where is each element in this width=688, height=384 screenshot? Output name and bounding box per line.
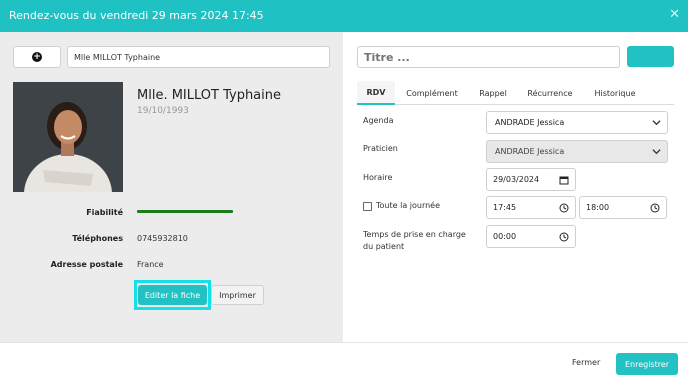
praticien-value: ANDRADE Jessica: [495, 147, 565, 156]
allday-label: Toute la journée: [376, 201, 441, 210]
tab-rdv[interactable]: RDV: [357, 81, 395, 105]
clock-icon: [559, 203, 569, 213]
prise-en-charge-value: 00:00: [493, 232, 517, 241]
prise-en-charge-field[interactable]: 00:00: [486, 225, 576, 248]
plus-icon: +: [32, 52, 42, 62]
telephones-value: 0745932810: [137, 234, 188, 243]
tab-historique[interactable]: Historique: [583, 81, 647, 105]
appointment-panel: RDV Complément Rappel Récurrence Histori…: [343, 32, 688, 342]
agenda-select[interactable]: ANDRADE Jessica: [486, 111, 668, 134]
telephones-label: Téléphones: [72, 234, 123, 243]
modal-title: Rendez-vous du vendredi 29 mars 2024 17:…: [9, 9, 264, 22]
tab-recurrence[interactable]: Récurrence: [519, 81, 581, 105]
patient-search-input[interactable]: [67, 46, 330, 68]
chevron-down-icon: [652, 149, 661, 155]
print-button[interactable]: Imprimer: [211, 285, 264, 305]
calendar-icon: [559, 176, 569, 185]
title-input[interactable]: [357, 46, 620, 68]
allday-checkbox[interactable]: [363, 202, 372, 211]
clock-icon: [650, 203, 660, 213]
agenda-value: ANDRADE Jessica: [495, 118, 565, 127]
start-time-value: 17:45: [493, 203, 517, 212]
praticien-label: Praticien: [363, 144, 398, 153]
tab-bar: RDV Complément Rappel Récurrence Histori…: [357, 81, 674, 105]
title-action-button[interactable]: [627, 46, 674, 67]
end-time-field[interactable]: 18:00: [579, 196, 667, 219]
start-time-field[interactable]: 17:45: [486, 196, 576, 219]
modal-footer: Fermer Enregistrer: [0, 342, 688, 384]
horaire-label: Horaire: [363, 173, 393, 182]
patient-birth-date: 19/10/1993: [137, 106, 189, 116]
tab-rappel[interactable]: Rappel: [469, 81, 517, 105]
end-time-value: 18:00: [586, 203, 610, 212]
modal-header: Rendez-vous du vendredi 29 mars 2024 17:…: [0, 0, 688, 32]
patient-photo: [13, 82, 123, 192]
chevron-down-icon: [652, 120, 661, 126]
tab-complement[interactable]: Complément: [397, 81, 467, 105]
fiabilite-bar: [137, 210, 233, 213]
patient-name: Mlle. MILLOT Typhaine: [137, 88, 281, 103]
add-patient-button[interactable]: +: [13, 46, 61, 68]
adresse-value: France: [137, 260, 164, 269]
close-icon[interactable]: ✕: [669, 7, 680, 22]
fiabilite-label: Fiabilité: [86, 208, 123, 217]
adresse-label: Adresse postale: [50, 260, 123, 269]
date-value: 29/03/2024: [493, 175, 540, 184]
prise-en-charge-label: Temps de prise en charge du patient: [363, 230, 466, 251]
save-button[interactable]: Enregistrer: [616, 353, 678, 375]
praticien-select[interactable]: ANDRADE Jessica: [486, 140, 668, 163]
close-button[interactable]: Fermer: [572, 358, 600, 367]
patient-panel: + Mlle. MILLOT Typhaine 19/10/1993 Fiabi…: [0, 32, 343, 342]
clock-icon: [559, 232, 569, 242]
date-field[interactable]: 29/03/2024: [486, 168, 576, 191]
agenda-label: Agenda: [363, 116, 394, 125]
edit-profile-button[interactable]: Editer la fiche: [138, 285, 207, 305]
